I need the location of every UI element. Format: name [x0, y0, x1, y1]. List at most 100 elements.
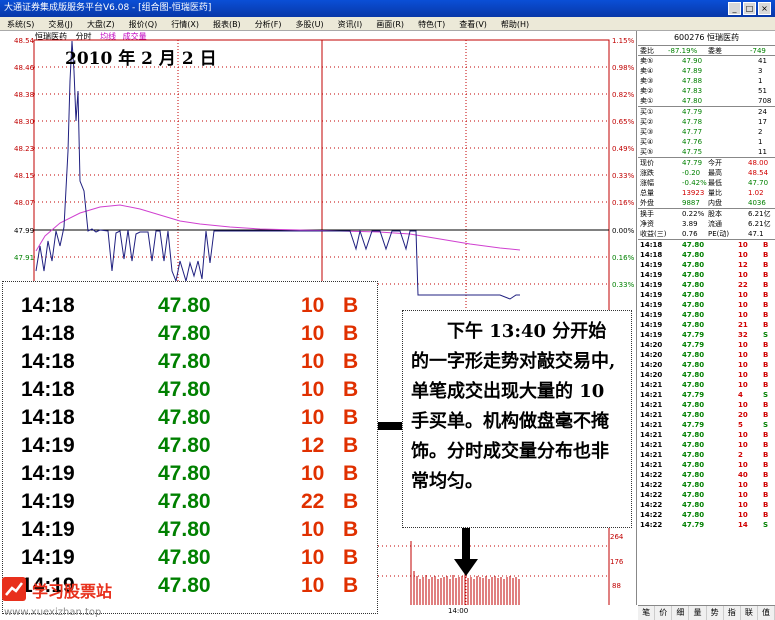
tick-row: 14:22 47.79 14 S	[638, 520, 775, 530]
pct-tick: 0.49%	[612, 145, 635, 153]
tick-price: 47.79	[682, 521, 705, 529]
tick-side: B	[763, 511, 769, 519]
menu-item-help[interactable]: 帮助(H)	[494, 17, 536, 30]
tick-side: B	[763, 381, 769, 389]
tick-row: 14:19 47.80 22 B	[638, 280, 775, 290]
tick-price: 47.80	[158, 294, 211, 317]
tick-side: B	[763, 431, 769, 439]
tick-time: 14:19	[640, 301, 663, 309]
stat-row: 涨跌 -0.20 最高 48.54	[638, 168, 775, 178]
tick-row: 14:21 47.79 4 S	[638, 390, 775, 400]
menu-item-system[interactable]: 系统(S)	[0, 17, 41, 30]
ask-volume: 41	[758, 57, 767, 65]
window-title: 大通证券集成版服务平台V6.08 - [组合图-恒瑞医药]	[4, 3, 212, 13]
tick-side: B	[343, 490, 359, 513]
tick-time: 14:20	[640, 351, 663, 359]
ask-label: 卖②	[640, 87, 654, 95]
tick-time: 14:19	[640, 261, 663, 269]
tick-row: 14:18 47.80 10 B	[638, 240, 775, 250]
tick-row: 14:21 47.80 20 B	[638, 410, 775, 420]
tick-row: 14:22 47.80 10 B	[638, 500, 775, 510]
arrow-down-icon	[454, 528, 478, 576]
minimize-button[interactable]: _	[728, 2, 741, 15]
tab-value[interactable]: 值	[758, 606, 775, 620]
tick-volume: 10	[738, 511, 748, 519]
tick-time: 14:21	[640, 411, 663, 419]
tab-index[interactable]: 指	[724, 606, 741, 620]
bid-row: 买③ 47.77 2	[638, 127, 775, 137]
tick-volume: 5	[738, 421, 743, 429]
menu-item-layout[interactable]: 画面(R)	[369, 17, 411, 30]
tick-price: 47.80	[158, 350, 211, 373]
menu-item-report[interactable]: 报表(B)	[206, 17, 248, 30]
tick-price: 47.80	[682, 461, 705, 469]
bid-label: 买③	[640, 128, 654, 136]
tick-volume: 10	[738, 371, 748, 379]
stat-row: 收益(三) 0.76 PE(动) 47.1	[638, 229, 775, 239]
stat-row: 涨幅 -0.42% 最低 47.70	[638, 178, 775, 188]
tick-time: 14:20	[640, 341, 663, 349]
tick-side: B	[763, 361, 769, 369]
menu-item-special[interactable]: 特色(T)	[411, 17, 452, 30]
table-row: 14:18 47.80 10 B	[3, 350, 379, 378]
menu-item-analysis[interactable]: 分析(F)	[248, 17, 289, 30]
maximize-button[interactable]: □	[743, 2, 756, 15]
menu-item-view[interactable]: 查看(V)	[452, 17, 494, 30]
tick-volume: 10	[738, 431, 748, 439]
tab-linked[interactable]: 联	[741, 606, 758, 620]
tick-time: 14:18	[21, 350, 75, 373]
tick-side: S	[763, 331, 769, 339]
tick-volume: 10	[738, 481, 748, 489]
close-button[interactable]: ×	[758, 2, 771, 15]
tick-side: B	[343, 546, 359, 569]
tab-price[interactable]: 价	[655, 606, 673, 620]
tick-side: B	[343, 406, 359, 429]
stat-label: 换手	[640, 210, 654, 218]
stat-value: 48.54	[748, 169, 769, 177]
tick-row: 14:21 47.80 2 B	[638, 450, 775, 460]
menu-item-trade[interactable]: 交易(J)	[41, 17, 80, 30]
tick-price: 47.80	[158, 378, 211, 401]
bid-label: 买①	[640, 108, 654, 116]
stat-value: 48.00	[748, 159, 769, 167]
tick-time: 14:21	[640, 461, 663, 469]
tick-volume: 14	[738, 521, 748, 529]
tick-time: 14:19	[640, 331, 663, 339]
tick-volume: 4	[738, 391, 743, 399]
tick-price: 47.80	[158, 546, 211, 569]
tick-time: 14:19	[640, 271, 663, 279]
tick-price: 47.80	[682, 381, 705, 389]
tab-volume[interactable]: 量	[689, 606, 707, 620]
tick-row: 14:20 47.80 10 B	[638, 350, 775, 360]
tick-price: 47.80	[682, 371, 705, 379]
ask-label: 卖③	[640, 77, 654, 85]
tick-price: 47.79	[682, 341, 705, 349]
tick-side: B	[343, 350, 359, 373]
tab-detail[interactable]: 细	[672, 606, 690, 620]
tick-price: 47.80	[682, 441, 705, 449]
menu-item-info[interactable]: 资讯(I)	[331, 17, 370, 30]
tick-side: B	[343, 434, 359, 457]
tab-trades[interactable]: 笔	[638, 606, 656, 620]
tick-price: 47.79	[682, 391, 705, 399]
tick-row: 14:19 47.80 12 B	[638, 260, 775, 270]
stat-row: 换手 0.22% 股本 6.21亿	[638, 209, 775, 219]
menu-item-quote[interactable]: 报价(Q)	[122, 17, 165, 30]
ask-price: 47.90	[682, 57, 703, 65]
menu-item-rank[interactable]: 行情(X)	[164, 17, 206, 30]
tick-volume: 10	[301, 294, 325, 317]
stat-value: 1.02	[748, 189, 764, 197]
tick-volume: 12	[301, 434, 325, 457]
tick-time: 14:22	[640, 501, 663, 509]
tick-price: 47.80	[158, 434, 211, 457]
tick-row: 14:22 47.80 40 B	[638, 470, 775, 480]
tab-trend[interactable]: 势	[707, 606, 724, 620]
tick-time: 14:21	[640, 441, 663, 449]
tick-price: 47.80	[682, 511, 705, 519]
tick-time: 14:21	[640, 431, 663, 439]
tick-time: 14:18	[21, 322, 75, 345]
menu-item-market[interactable]: 大盘(Z)	[80, 17, 122, 30]
tick-volume: 10	[301, 518, 325, 541]
tick-price: 47.79	[682, 331, 705, 339]
menu-item-multi[interactable]: 多股(U)	[289, 17, 331, 30]
